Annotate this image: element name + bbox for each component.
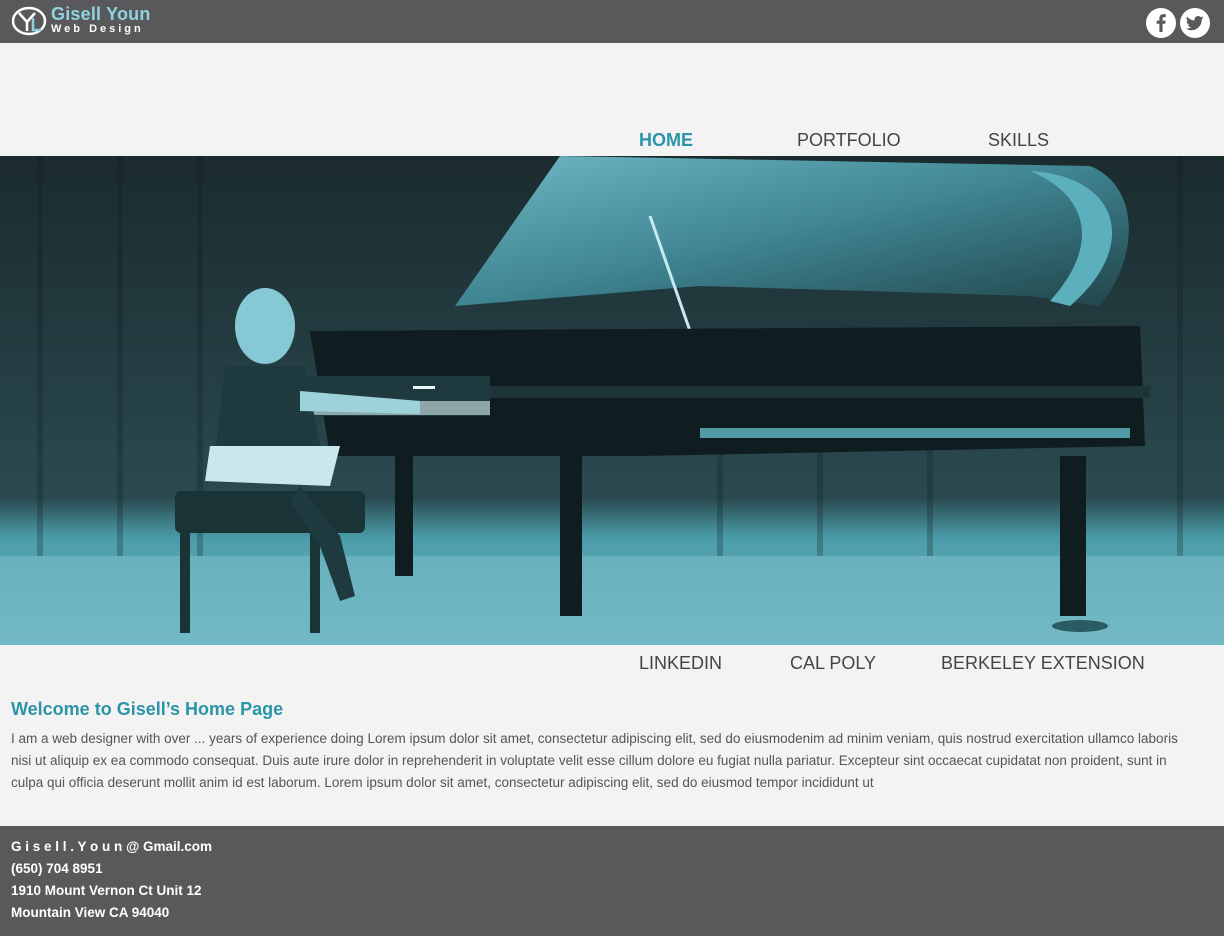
nav-berkeley-extension[interactable]: BERKELEY EXTENSION	[941, 653, 1145, 674]
main-nav: HOME PORTFOLIO SKILLS	[0, 130, 1224, 154]
brand-subtitle: Web Design	[51, 23, 144, 35]
facebook-icon	[1156, 14, 1166, 32]
nav-skills[interactable]: SKILLS	[988, 130, 1049, 151]
nav-portfolio[interactable]: PORTFOLIO	[797, 130, 901, 151]
brand-logo[interactable]: Gisell Youn Web Design	[11, 4, 151, 38]
header-bar: Gisell Youn Web Design	[0, 0, 1224, 43]
nav-cal-poly[interactable]: CAL POLY	[790, 653, 876, 674]
footer-phone: (650) 704 8951	[11, 861, 103, 876]
welcome-text: I am a web designer with over ... years …	[11, 731, 1178, 790]
footer: G i s e l l . Y o u n @ Gmail.com (650) …	[0, 826, 1224, 936]
footer-address-line1: 1910 Mount Vernon Ct Unit 12	[11, 883, 202, 898]
footer-email-domain: @ Gmail.com	[126, 839, 212, 854]
footer-email-name: G i s e l l . Y o u n	[11, 839, 123, 854]
footer-address-line2: Mountain View CA 94040	[11, 905, 170, 920]
twitter-button[interactable]	[1180, 8, 1210, 38]
footer-email[interactable]: G i s e l l . Y o u n @ Gmail.com	[11, 836, 1213, 858]
nav-linkedin[interactable]: LINKEDIN	[639, 653, 722, 674]
nav-home[interactable]: HOME	[639, 130, 693, 151]
welcome-heading: Welcome to Gisell’s Home Page	[11, 699, 284, 719]
twitter-icon	[1185, 16, 1204, 31]
brand-name: Gisell Youn	[51, 4, 151, 24]
piano-photo	[0, 156, 1224, 645]
facebook-button[interactable]	[1146, 8, 1176, 38]
logo-mark-icon	[11, 6, 47, 36]
hero-image	[0, 156, 1224, 645]
